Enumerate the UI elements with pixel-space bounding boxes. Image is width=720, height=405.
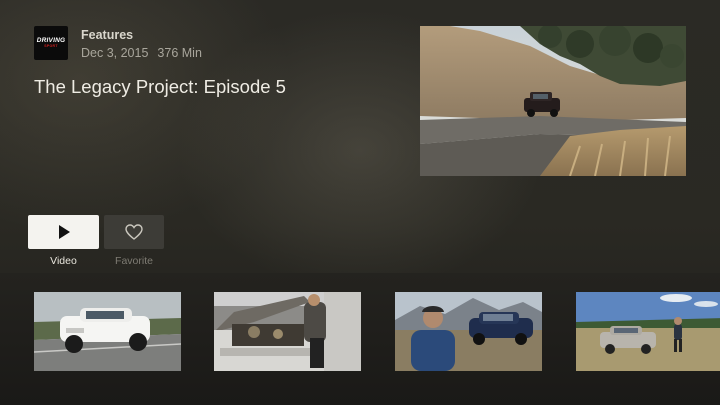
video-action: Video (28, 215, 99, 267)
play-icon (58, 225, 70, 239)
action-row: Video Favorite (28, 215, 169, 267)
favorite-action: Favorite (104, 215, 164, 267)
show-header: DRIVING SPORT Features Dec 3, 2015 376 Mi… (34, 26, 202, 61)
duration: 376 Min (157, 46, 202, 60)
release-date: Dec 3, 2015 (81, 46, 149, 60)
hero-preview-image (420, 26, 686, 176)
episode-thumbnail-1[interactable] (34, 292, 181, 371)
channel-logo: DRIVING SPORT (34, 26, 68, 60)
episode-meta: Features Dec 3, 2015 376 Min (81, 28, 202, 61)
episode-thumbnail-4[interactable] (576, 292, 720, 371)
category-label: Features (81, 28, 134, 42)
video-label: Video (50, 255, 77, 267)
episode-detail-screen: DRIVING SPORT Features Dec 3, 2015 376 Mi… (0, 0, 720, 405)
episode-title: The Legacy Project: Episode 5 (34, 76, 286, 97)
play-video-button[interactable] (28, 215, 99, 249)
dateline: Dec 3, 2015 376 Min (81, 45, 202, 61)
heart-icon (125, 224, 143, 240)
favorite-button[interactable] (104, 215, 164, 249)
logo-text-top: DRIVING (36, 37, 66, 44)
favorite-label: Favorite (115, 255, 153, 267)
logo-text-bottom: SPORT (44, 44, 58, 48)
episode-thumbnail-3[interactable] (395, 292, 542, 371)
episode-thumbnail-2[interactable] (214, 292, 361, 371)
